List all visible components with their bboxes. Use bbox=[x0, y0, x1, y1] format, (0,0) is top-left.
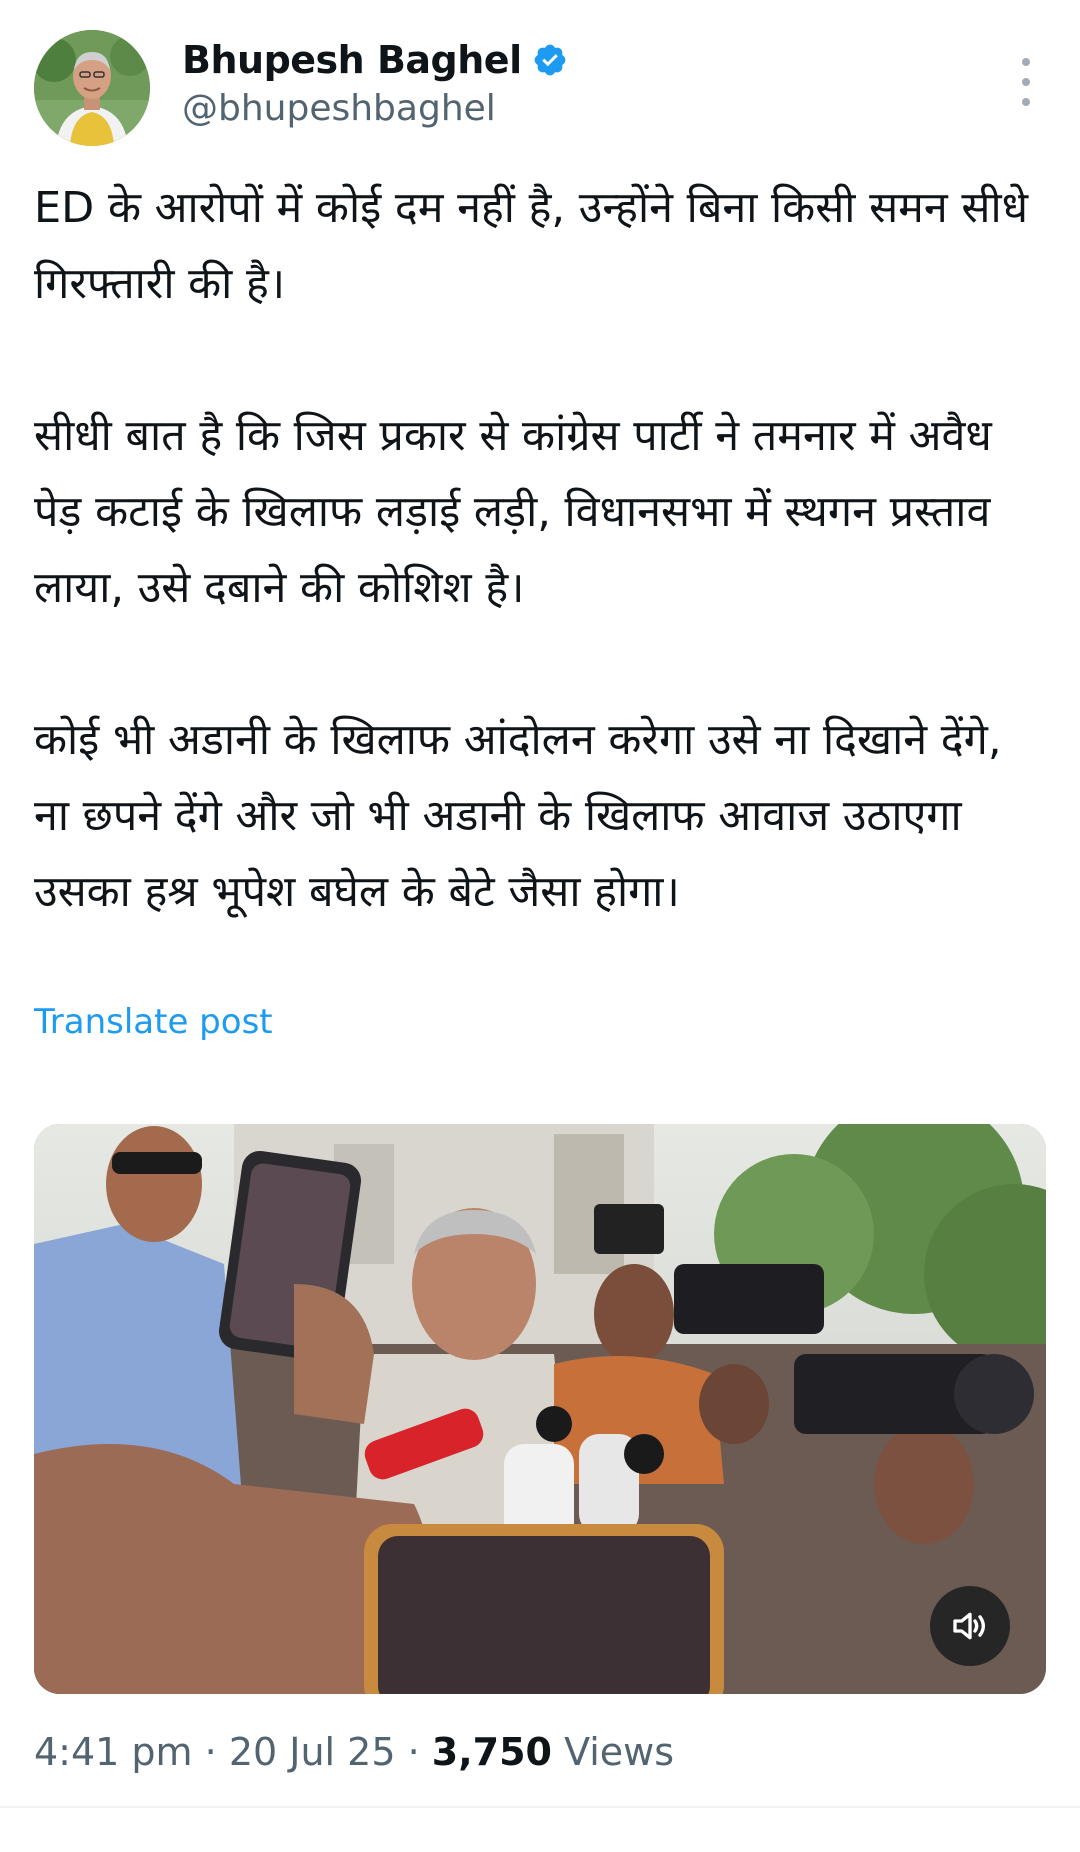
views-label: Views bbox=[551, 1730, 675, 1774]
views-count[interactable]: 3,750 bbox=[432, 1730, 552, 1774]
author-names: Bhupesh Baghel @bhupeshbaghel bbox=[182, 34, 568, 129]
tweet-text: ED के आरोपों में कोई दम नहीं है, उन्होंन… bbox=[34, 170, 1046, 930]
tweet-paragraph: सीधी बात है कि जिस प्रकार से कांग्रेस पा… bbox=[34, 411, 992, 613]
divider bbox=[0, 1806, 1080, 1808]
post-date: 20 Jul 25 bbox=[228, 1730, 396, 1774]
video-thumbnail bbox=[34, 1124, 1046, 1694]
more-dot-icon bbox=[1022, 58, 1030, 66]
tweet-paragraph: कोई भी अडानी के खिलाफ आंदोलन करेगा उसे न… bbox=[34, 715, 1002, 917]
translate-post-link[interactable]: Translate post bbox=[34, 1002, 273, 1042]
tweet-paragraph: ED के आरोपों में कोई दम नहीं है, उन्होंन… bbox=[34, 183, 1029, 309]
video-player[interactable] bbox=[34, 1124, 1046, 1694]
verified-badge-icon bbox=[534, 44, 565, 76]
display-name-row: Bhupesh Baghel bbox=[182, 34, 568, 86]
tweet-meta: 4:41 pm · 20 Jul 25 · 3,750 Views bbox=[34, 1730, 674, 1774]
more-dot-icon bbox=[1022, 98, 1030, 106]
author-handle[interactable]: @bhupeshbaghel bbox=[182, 88, 568, 129]
more-options-icon[interactable] bbox=[1014, 58, 1038, 106]
author-display-name[interactable]: Bhupesh Baghel bbox=[182, 38, 522, 82]
avatar[interactable] bbox=[34, 30, 150, 146]
meta-separator: · bbox=[395, 1730, 432, 1774]
more-dot-icon bbox=[1022, 78, 1030, 86]
tweet-header: Bhupesh Baghel @bhupeshbaghel bbox=[34, 30, 1046, 150]
mute-button[interactable] bbox=[930, 1586, 1010, 1666]
post-time: 4:41 pm bbox=[34, 1730, 193, 1774]
speaker-muted-icon bbox=[953, 1612, 985, 1640]
meta-separator: · bbox=[192, 1730, 229, 1774]
